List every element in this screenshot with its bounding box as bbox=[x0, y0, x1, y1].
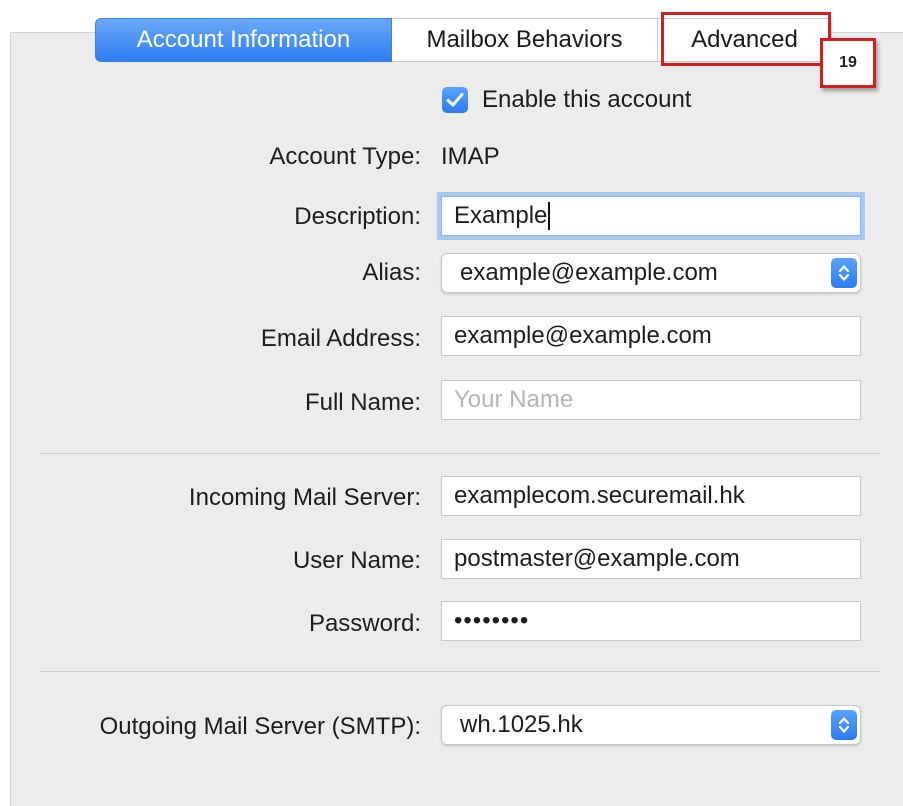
chevron-updown-icon[interactable] bbox=[831, 710, 857, 740]
section-divider bbox=[40, 671, 880, 672]
enable-account-label: Enable this account bbox=[482, 86, 692, 113]
incoming-server-field[interactable]: examplecom.securemail.hk bbox=[441, 476, 861, 516]
chevron-updown-icon[interactable] bbox=[831, 258, 857, 288]
password-value: •••••••• bbox=[454, 607, 530, 634]
alias-label: Alias: bbox=[362, 259, 421, 286]
description-field[interactable]: Example bbox=[441, 196, 861, 236]
account-type-value: IMAP bbox=[441, 143, 500, 170]
account-type-label: Account Type: bbox=[269, 143, 421, 170]
email-address-label: Email Address: bbox=[260, 325, 421, 352]
description-value: Example bbox=[454, 202, 548, 229]
smtp-server-label: Outgoing Mail Server (SMTP): bbox=[99, 713, 421, 740]
alias-value: example@example.com bbox=[460, 259, 718, 286]
tab-account-information[interactable]: Account Information bbox=[95, 18, 392, 62]
alias-select[interactable]: example@example.com bbox=[441, 253, 861, 293]
password-field[interactable]: •••••••• bbox=[441, 601, 861, 641]
email-address-field[interactable]: example@example.com bbox=[441, 316, 861, 356]
incoming-server-value: examplecom.securemail.hk bbox=[454, 482, 745, 509]
annotation-highlight-box bbox=[661, 12, 831, 66]
user-name-field[interactable]: postmaster@example.com bbox=[441, 539, 861, 579]
section-divider bbox=[40, 453, 880, 454]
email-address-value: example@example.com bbox=[454, 322, 712, 349]
user-name-label: User Name: bbox=[292, 547, 421, 574]
full-name-field[interactable]: Your Name bbox=[441, 380, 861, 420]
smtp-server-select[interactable]: wh.1025.hk bbox=[441, 705, 861, 745]
smtp-server-value: wh.1025.hk bbox=[460, 711, 583, 738]
enable-account-row[interactable]: Enable this account bbox=[442, 86, 691, 114]
checkmark-icon[interactable] bbox=[442, 87, 468, 113]
full-name-label: Full Name: bbox=[304, 389, 421, 416]
password-label: Password: bbox=[308, 610, 421, 637]
annotation-step-badge: 19 bbox=[820, 38, 876, 88]
description-label: Description: bbox=[294, 203, 421, 230]
tab-mailbox-behaviors[interactable]: Mailbox Behaviors bbox=[392, 18, 658, 62]
text-caret bbox=[548, 202, 551, 230]
full-name-placeholder: Your Name bbox=[454, 386, 574, 413]
incoming-server-label: Incoming Mail Server: bbox=[188, 484, 421, 511]
user-name-value: postmaster@example.com bbox=[454, 545, 740, 572]
